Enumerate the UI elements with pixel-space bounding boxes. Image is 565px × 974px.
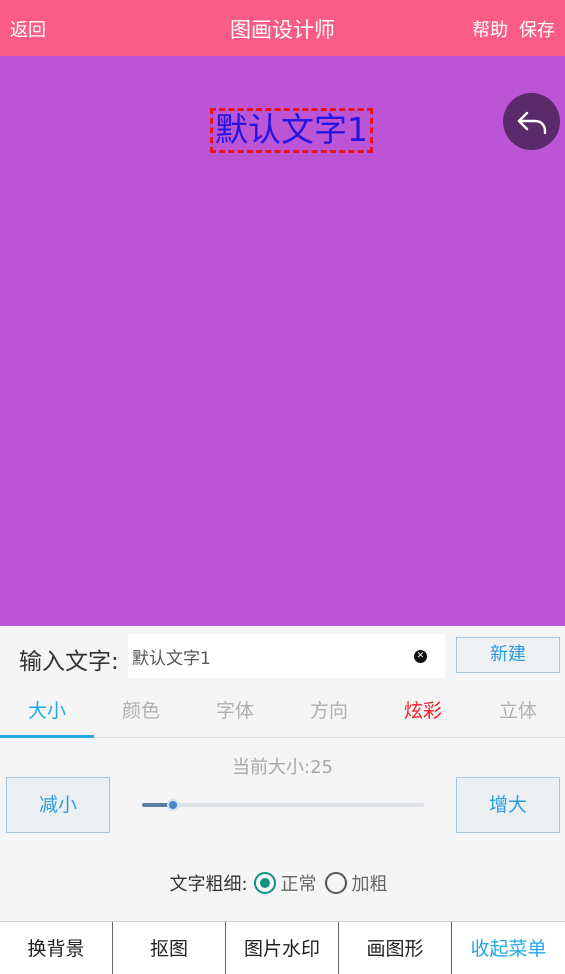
size-slider[interactable] (142, 799, 424, 811)
help-button[interactable]: 帮助 (472, 16, 508, 42)
nav-cutout[interactable]: 抠图 (113, 922, 226, 974)
text-input-row: 输入文字: ✕ 新建 (0, 626, 565, 686)
size-slider-thumb[interactable] (167, 799, 180, 811)
font-weight-row: 文字粗细: 正常 加粗 (0, 869, 565, 897)
text-input-container: ✕ (128, 634, 445, 678)
clear-icon[interactable]: ✕ (414, 650, 427, 663)
tab-direction[interactable]: 方向 (282, 686, 376, 738)
radio-normal[interactable] (253, 872, 276, 894)
radio-bold[interactable] (324, 872, 347, 894)
bottom-nav: 换背景 抠图 图片水印 画图形 收起菜单 (0, 921, 565, 974)
save-button[interactable]: 保存 (519, 16, 555, 42)
font-weight-label: 文字粗细: (169, 874, 248, 895)
tab-size[interactable]: 大小 (0, 686, 94, 738)
nav-image-watermark[interactable]: 图片水印 (226, 922, 339, 974)
text-editor-panel: 输入文字: ✕ 新建 大小 颜色 字体 方向 炫彩 立体 当前大小:25 减小 … (0, 626, 565, 922)
nav-collapse-menu[interactable]: 收起菜单 (452, 922, 565, 974)
design-canvas[interactable]: 默认文字1 (0, 56, 565, 626)
nav-change-background[interactable]: 换背景 (0, 922, 113, 974)
new-text-button[interactable]: 新建 (456, 637, 560, 673)
tab-font[interactable]: 字体 (188, 686, 282, 738)
property-tabs: 大小 颜色 字体 方向 炫彩 立体 (0, 686, 565, 738)
tab-color[interactable]: 颜色 (94, 686, 188, 738)
tab-dazzle[interactable]: 炫彩 (376, 686, 470, 738)
nav-draw-shape[interactable]: 画图形 (339, 922, 452, 974)
canvas-text-element[interactable]: 默认文字1 (210, 108, 373, 153)
back-button[interactable]: 返回 (10, 16, 46, 42)
top-app-bar: 返回 图画设计师 帮助 保存 (0, 0, 565, 56)
decrease-size-button[interactable]: 减小 (6, 777, 110, 833)
undo-arrow-icon (517, 111, 546, 134)
radio-normal-label[interactable]: 正常 (281, 870, 317, 896)
increase-size-button[interactable]: 增大 (456, 777, 560, 833)
radio-bold-label[interactable]: 加粗 (352, 870, 388, 896)
undo-button[interactable] (503, 93, 560, 150)
tab-3d[interactable]: 立体 (471, 686, 565, 738)
current-size-label: 当前大小:25 (232, 757, 333, 778)
text-input[interactable] (132, 634, 402, 678)
input-text-label: 输入文字: (19, 649, 119, 675)
